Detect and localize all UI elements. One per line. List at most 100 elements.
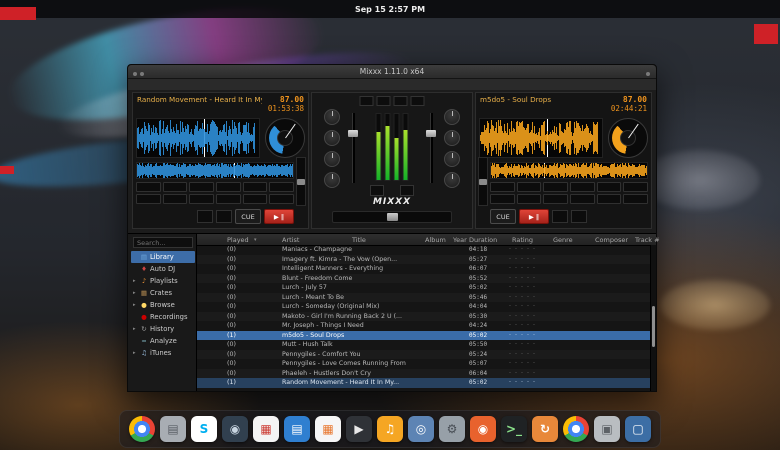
column-header-artist[interactable]: Artist bbox=[282, 236, 299, 244]
headphone-cue-1-button[interactable] bbox=[370, 185, 384, 196]
table-row[interactable]: (0) Imagery ft. Kimra - The Vow (Open...… bbox=[197, 255, 651, 265]
cell-rating[interactable]: · · · · · bbox=[509, 313, 536, 320]
sidebar-item[interactable]: ▸ ♪ Playlists bbox=[131, 275, 195, 287]
loop-in-button[interactable] bbox=[243, 182, 268, 192]
table-row[interactable]: (0) Lurch - Someday (Original Mix) 04:04… bbox=[197, 302, 651, 312]
sidebar-item[interactable]: ● Recordings bbox=[131, 311, 195, 323]
dock-icon[interactable]: ↻ bbox=[532, 416, 558, 442]
deck-right-cue-button[interactable]: CUE bbox=[490, 209, 516, 224]
close-icon[interactable] bbox=[133, 72, 137, 76]
search-input[interactable] bbox=[133, 237, 193, 248]
table-row[interactable]: (0) Maniacs - Champagne 04:18 · · · · · bbox=[197, 245, 651, 255]
expander-icon[interactable]: ▸ bbox=[133, 326, 138, 332]
sidebar-item[interactable]: ♦ Auto DJ bbox=[131, 263, 195, 275]
fader-handle[interactable] bbox=[348, 130, 358, 137]
table-row[interactable]: (0) Makoto - Girl I'm Running Back 2 U (… bbox=[197, 312, 651, 322]
dock-icon[interactable]: ▣ bbox=[594, 416, 620, 442]
loop-out-button[interactable] bbox=[269, 182, 294, 192]
cell-rating[interactable]: · · · · · bbox=[509, 256, 536, 263]
hotcue-2-button[interactable] bbox=[163, 182, 188, 192]
dock-icon[interactable]: ▢ bbox=[625, 416, 651, 442]
deck-left-waveform[interactable] bbox=[136, 118, 260, 158]
column-header-track-number[interactable]: Track # bbox=[635, 236, 660, 244]
split-cue-button[interactable] bbox=[411, 96, 425, 106]
scrollbar-thumb[interactable] bbox=[652, 306, 655, 347]
dock-icon[interactable]: ⚙ bbox=[439, 416, 465, 442]
eq-low-knob[interactable] bbox=[444, 172, 460, 188]
clock[interactable]: Sep 15 2:57 PM bbox=[355, 5, 425, 14]
dock-icon[interactable]: S bbox=[191, 416, 217, 442]
reverse-button[interactable] bbox=[571, 210, 587, 223]
hotcue-4-button[interactable] bbox=[570, 182, 595, 192]
gain-knob[interactable] bbox=[324, 109, 340, 125]
loop-halve-button[interactable] bbox=[136, 194, 161, 204]
loop-halve-button[interactable] bbox=[490, 194, 515, 204]
dock-icon[interactable]: ◉ bbox=[222, 416, 248, 442]
balance-button[interactable] bbox=[394, 96, 408, 106]
eq-high-knob[interactable] bbox=[324, 130, 340, 146]
cell-rating[interactable]: · · · · · bbox=[509, 284, 536, 291]
maximize-icon[interactable] bbox=[646, 72, 650, 76]
cell-rating[interactable]: · · · · · bbox=[509, 351, 536, 358]
deck-left-pitch-slider[interactable] bbox=[296, 157, 306, 206]
sidebar-item[interactable]: ▸ ▦ Crates bbox=[131, 287, 195, 299]
cell-rating[interactable]: · · · · · bbox=[509, 379, 536, 386]
quantize-button[interactable] bbox=[243, 194, 268, 204]
dock-icon[interactable]: >_ bbox=[501, 416, 527, 442]
repeat-button[interactable] bbox=[623, 194, 648, 204]
table-scrollbar[interactable] bbox=[650, 245, 656, 391]
table-row[interactable]: (0) Phaeleh - Hustlers Don't Cry 06:04 ·… bbox=[197, 369, 651, 379]
loop-out-button[interactable] bbox=[623, 182, 648, 192]
table-row[interactable]: (0) Lurch - July 57 05:02 · · · · · bbox=[197, 283, 651, 293]
sidebar-item[interactable]: ▤ Library bbox=[131, 251, 195, 263]
table-row[interactable]: (1) Random Movement - Heard It In My... … bbox=[197, 378, 651, 388]
hotcue-4-button[interactable] bbox=[216, 182, 241, 192]
dock-icon[interactable]: ▶ bbox=[346, 416, 372, 442]
reloop-button[interactable] bbox=[189, 194, 214, 204]
table-row[interactable]: (0) Lurch - Meant To Be 05:46 · · · · · bbox=[197, 293, 651, 303]
table-row[interactable]: (0) Mutt - Hush Talk 05:50 · · · · · bbox=[197, 340, 651, 350]
cell-rating[interactable]: · · · · · bbox=[509, 303, 536, 310]
table-row[interactable]: (0) Pennygiles - Love Comes Running From… bbox=[197, 359, 651, 369]
channel2-fader[interactable] bbox=[426, 113, 436, 183]
crossfader-handle[interactable] bbox=[387, 213, 398, 221]
sidebar-item[interactable]: ▸ ♫ iTunes bbox=[131, 347, 195, 359]
cell-rating[interactable]: · · · · · bbox=[509, 246, 536, 253]
expander-icon[interactable]: ▸ bbox=[133, 302, 138, 308]
quantize-button[interactable] bbox=[597, 194, 622, 204]
deck-left-spinny-vinyl[interactable] bbox=[265, 118, 305, 158]
cell-rating[interactable]: · · · · · bbox=[509, 341, 536, 348]
loop-in-button[interactable] bbox=[597, 182, 622, 192]
sidebar-item[interactable]: ≈ Analyze bbox=[131, 335, 195, 347]
cell-rating[interactable]: · · · · · bbox=[509, 265, 536, 272]
cell-rating[interactable]: · · · · · bbox=[509, 332, 536, 339]
deck-left-cue-button[interactable]: CUE bbox=[235, 209, 261, 224]
column-header-album[interactable]: Album bbox=[425, 236, 446, 244]
hotcue-1-button[interactable] bbox=[136, 182, 161, 192]
dock-icon[interactable] bbox=[563, 416, 589, 442]
column-header-rating[interactable]: Rating bbox=[512, 236, 533, 244]
table-row[interactable]: (0) Pennygiles - Comfort You 05:24 · · ·… bbox=[197, 350, 651, 360]
dock-icon[interactable] bbox=[129, 416, 155, 442]
dock-icon[interactable]: ▤ bbox=[160, 416, 186, 442]
dock-icon[interactable]: ▦ bbox=[253, 416, 279, 442]
pitch-handle[interactable] bbox=[297, 179, 305, 185]
deck-left-play-button[interactable]: ▶ ‖ bbox=[264, 209, 294, 224]
sync-button[interactable] bbox=[552, 210, 568, 223]
expander-icon[interactable]: ▸ bbox=[133, 350, 138, 356]
dock-icon[interactable]: ◎ bbox=[408, 416, 434, 442]
hotcue-3-button[interactable] bbox=[543, 182, 568, 192]
eq-high-knob[interactable] bbox=[444, 130, 460, 146]
column-header-played[interactable]: Played bbox=[227, 236, 249, 244]
hotcue-3-button[interactable] bbox=[189, 182, 214, 192]
column-header-year[interactable]: Year bbox=[453, 236, 467, 244]
expander-icon[interactable]: ▸ bbox=[133, 278, 138, 284]
sidebar-item[interactable]: ▸ ↻ History bbox=[131, 323, 195, 335]
hotcue-2-button[interactable] bbox=[517, 182, 542, 192]
reloop-button[interactable] bbox=[543, 194, 568, 204]
deck-left-overview-waveform[interactable] bbox=[136, 162, 294, 179]
dock-icon[interactable]: ◉ bbox=[470, 416, 496, 442]
sidebar-item[interactable]: ▸ ● Browse bbox=[131, 299, 195, 311]
dock-icon[interactable]: ▤ bbox=[284, 416, 310, 442]
column-header-duration[interactable]: Duration bbox=[469, 236, 497, 244]
